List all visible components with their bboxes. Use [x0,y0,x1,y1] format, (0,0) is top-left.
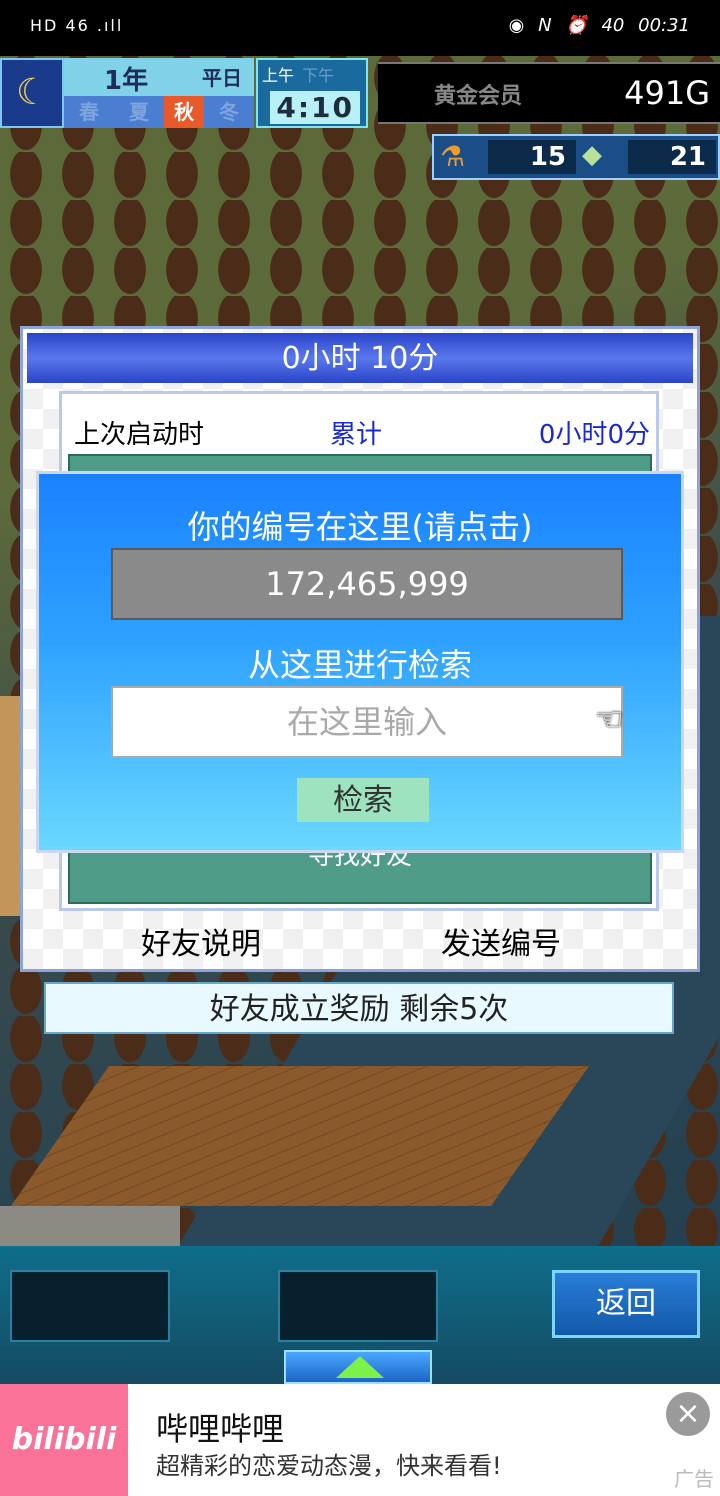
arrow-up-icon [336,1356,384,1378]
status-bar: HD 46 .ıll ◉ N ⏰ 40 00:31 [0,0,720,56]
ad-banner[interactable]: bilibili 哔哩哔哩 超精彩的恋爱动态漫，快来看看! × 广告 [0,1384,720,1496]
search-input[interactable]: 在这里输入 [111,686,623,758]
nfc-icon: N [538,15,552,36]
last-launch-label: 上次启动时 [74,420,205,450]
research-points: 15 [488,140,576,174]
total-value: 0小时0分 [538,420,650,450]
bilibili-logo: bilibili [0,1384,128,1496]
clock-value: 4:10 [270,91,360,124]
moon-icon: ☾ [16,72,49,113]
calendar: 1年 平日 春 夏 秋 冬 [64,58,254,128]
send-id-button[interactable]: 发送编号 [441,919,561,963]
bottom-toolbar: 返回 [0,1246,720,1384]
dialog-title: 0小时 10分 [27,333,693,383]
battery-level: 40 [601,15,625,36]
expand-button[interactable] [284,1350,432,1384]
alarm-icon: ⏰ [565,15,588,36]
network-indicator: HD 46 .ıll [30,16,124,35]
season-winter: 冬 [219,100,239,124]
date-time-panel: ☾ 1年 平日 春 夏 秋 冬 上午 下午 4:10 [0,58,368,128]
empty-slot[interactable] [10,1270,170,1342]
clock-time: 00:31 [638,15,690,36]
stone-wall [0,1206,180,1246]
empty-slot[interactable] [278,1270,438,1342]
flask-icon: ⚗ [440,140,466,173]
pointing-hand-icon: ☜ [595,700,624,738]
id-label: 你的编号在这里(请点击) [187,508,533,546]
ad-title: 哔哩哔哩 [156,1410,285,1448]
membership-label: 黄金会员 [434,84,523,109]
wooden-deck [10,1066,590,1206]
year-label: 1年 [104,66,149,96]
ticket-icon: ◆ [582,140,602,170]
day-type: 平日 [202,66,242,90]
game-clock: 上午 下午 4:10 [256,58,368,128]
ad-tag: 广告 [674,1467,714,1491]
season-autumn-active: 秋 [164,96,204,128]
ad-subtitle: 超精彩的恋爱动态漫，快来看看! [156,1452,502,1480]
resource-panel: ⚗ 15 ◆ 21 [432,134,720,180]
total-label: 累计 [330,420,383,450]
pm-label: 下午 [302,66,335,85]
ticket-count: 21 [628,140,716,174]
player-id-button[interactable]: 172,465,999 [111,548,623,620]
friend-reward-banner: 好友成立奖励 剩余5次 [44,982,674,1034]
am-label: 上午 [262,66,295,85]
friend-search-popup: 你的编号在这里(请点击) 172,465,999 从这里进行检索 在这里输入 ☜… [36,471,684,853]
search-label: 从这里进行检索 [247,646,472,684]
close-icon[interactable]: × [666,1392,710,1436]
friend-help-button[interactable]: 好友说明 [141,919,261,963]
search-button[interactable]: 检索 [297,778,429,822]
gold-amount: 491G [624,74,710,112]
back-button[interactable]: 返回 [552,1270,700,1338]
eye-icon: ◉ [508,15,525,36]
night-indicator: ☾ [0,58,64,128]
season-spring: 春 [79,100,99,124]
season-strip: 春 夏 秋 冬 [64,96,254,128]
season-summer: 夏 [129,100,149,124]
money-panel: 黄金会员 491G [378,62,720,124]
